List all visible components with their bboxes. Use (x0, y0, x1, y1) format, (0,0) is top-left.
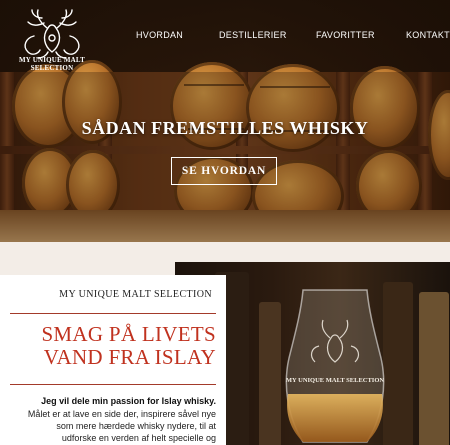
hero-banner: MY UNIQUE MALT SELECTION HVORDAN DESTILL… (0, 0, 450, 242)
top-navigation-bar: MY UNIQUE MALT SELECTION HVORDAN DESTILL… (0, 0, 450, 72)
intro-lead: Jeg vil dele min passion for Islay whisk… (41, 396, 216, 406)
intro-title-line2: VAND FRA ISLAY (43, 345, 216, 369)
divider (10, 384, 216, 385)
nosing-glass-icon: MY UNIQUE MALT SELECTION (285, 289, 385, 443)
nav-link-destillerier[interactable]: DESTILLERIER (219, 30, 287, 40)
intro-title: SMAG PÅ LIVETS VAND FRA ISLAY (10, 323, 216, 369)
nav-link-favoritter[interactable]: FAVORITTER (316, 30, 375, 40)
intro-card: MY UNIQUE MALT SELECTION SMAG PÅ LIVETS … (0, 275, 226, 445)
intro-body: Målet er at lave en side der, inspirere … (10, 408, 216, 444)
divider (10, 313, 216, 314)
se-hvordan-button[interactable]: SE HVORDAN (171, 157, 277, 185)
nav-link-hvordan[interactable]: HVORDAN (136, 30, 183, 40)
intro-body-line: udforske en verden af helt specielle og (61, 433, 216, 443)
logo-wordmark[interactable]: MY UNIQUE MALT SELECTION (4, 56, 100, 72)
bottle (419, 292, 449, 445)
nav-link-kontakt[interactable]: KONTAKT (406, 30, 450, 40)
intro-kicker: MY UNIQUE MALT SELECTION (59, 289, 212, 300)
intro-title-line1: SMAG PÅ LIVETS (41, 322, 216, 346)
intro-body-line: som mere hærdede whisky nydere, til at (56, 421, 216, 431)
hero-title: SÅDAN FREMSTILLES WHISKY (81, 118, 369, 138)
intro-body-line: Målet er at lave en side der, inspirere … (27, 409, 216, 419)
glass-etched-text: MY UNIQUE MALT SELECTION (286, 377, 384, 384)
